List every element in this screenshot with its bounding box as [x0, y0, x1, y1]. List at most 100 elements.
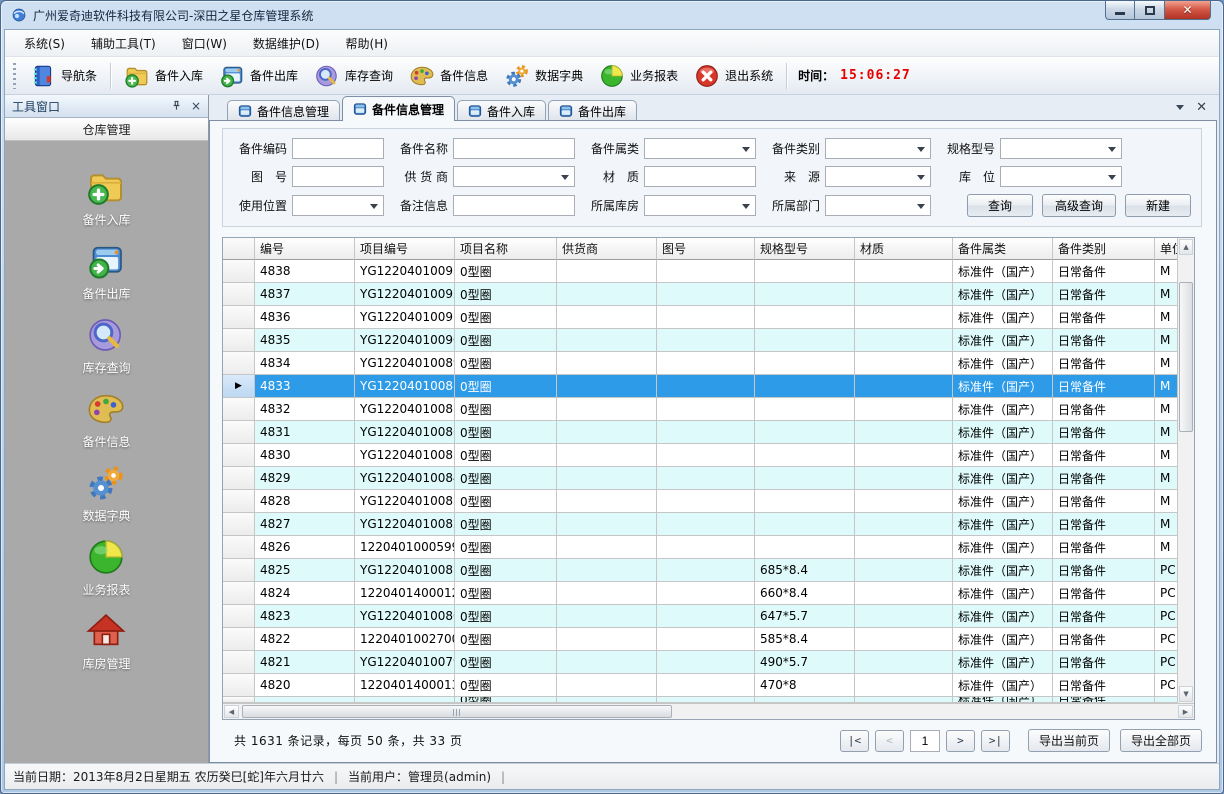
cell — [657, 467, 755, 490]
drawing-no-input[interactable] — [292, 166, 384, 187]
column-header-规格型号[interactable]: 规格型号 — [755, 238, 855, 260]
usage-position-combobox[interactable] — [292, 195, 384, 216]
sidebar-item-warehouse-manage[interactable]: 库房管理 — [82, 611, 130, 672]
department-combobox[interactable] — [825, 195, 931, 216]
pin-icon[interactable] — [170, 99, 183, 114]
sidebar-item-label: 业务报表 — [82, 581, 130, 598]
sidebar-item-data-dictionary[interactable]: 数据字典 — [82, 463, 130, 524]
menu-window[interactable]: 窗口(W) — [169, 30, 240, 57]
toolbar-exit-system-button[interactable]: 退出系统 — [686, 60, 781, 92]
maximize-button[interactable] — [1135, 1, 1165, 20]
table-row[interactable]: 482012204014000130型圈470*8标准件（国产）日常备件PC — [223, 674, 1177, 697]
vscroll-thumb[interactable] — [1179, 282, 1193, 432]
first-page-button[interactable]: |< — [840, 730, 869, 752]
sidebar-group-header[interactable]: 仓库管理 — [5, 118, 208, 141]
sidebar-item-inventory-query[interactable]: 库存查询 — [82, 315, 130, 376]
cell: M — [1155, 306, 1177, 329]
scroll-up-icon[interactable]: ▲ — [1179, 239, 1193, 255]
column-header-供货商[interactable]: 供货商 — [557, 238, 657, 260]
toolbar-grip[interactable] — [13, 63, 16, 89]
tab-parts-info-manage-1[interactable]: 备件信息管理 — [227, 100, 340, 121]
part-code-input[interactable] — [292, 138, 384, 159]
export-all-pages-button[interactable]: 导出全部页 — [1120, 729, 1202, 752]
material-input[interactable] — [644, 166, 756, 187]
prev-page-button[interactable]: < — [875, 730, 904, 752]
table-row[interactable]: 482212204010027000型圈585*8.4标准件（国产）日常备件PC — [223, 628, 1177, 651]
table-row[interactable]: 4829YG122040100840型圈标准件（国产）日常备件M — [223, 467, 1177, 490]
column-header-单位[interactable]: 单位 — [1155, 238, 1177, 260]
column-header-项目编号[interactable]: 项目编号 — [355, 238, 455, 260]
advanced-query-button[interactable]: 高级查询 — [1042, 194, 1116, 217]
sidebar-close-icon[interactable]: × — [191, 100, 201, 112]
table-row[interactable]: 4827YG122040100820型圈标准件（国产）日常备件M — [223, 513, 1177, 536]
sidebar-item-parts-info[interactable]: 备件信息 — [82, 389, 130, 450]
part-category-combobox[interactable] — [644, 138, 756, 159]
query-button[interactable]: 查询 — [967, 194, 1033, 217]
toolbar-business-report-button[interactable]: 业务报表 — [591, 60, 686, 92]
row-indicator — [223, 398, 255, 421]
next-page-button[interactable]: > — [946, 730, 975, 752]
table-row[interactable]: 482412204014000120型圈660*8.4标准件（国产）日常备件PC — [223, 582, 1177, 605]
cell — [855, 513, 953, 536]
table-row[interactable]: 4821YG122040100790型圈490*5.7标准件（国产）日常备件PC — [223, 651, 1177, 674]
table-row[interactable]: 482612204010005990型圈标准件（国产）日常备件M — [223, 536, 1177, 559]
table-row[interactable]: 4823YG122040100800型圈647*5.7标准件（国产）日常备件PC — [223, 605, 1177, 628]
toolbar-parts-inbound-button[interactable]: 备件入库 — [116, 60, 211, 92]
scroll-right-icon[interactable]: ▶ — [1178, 705, 1193, 718]
table-row[interactable]: 4837YG122040100920型圈标准件（国产）日常备件M — [223, 283, 1177, 306]
sidebar-item-parts-outbound[interactable]: 备件出库 — [82, 241, 130, 302]
column-header-项目名称[interactable]: 项目名称 — [455, 238, 557, 260]
tab-parts-outbound[interactable]: 备件出库 — [548, 100, 637, 121]
column-header-图号[interactable]: 图号 — [657, 238, 755, 260]
table-row[interactable]: 4825YG122040100810型圈685*8.4标准件（国产）日常备件PC — [223, 559, 1177, 582]
table-row[interactable]: 4838YG122040100930型圈标准件（国产）日常备件M — [223, 260, 1177, 283]
table-row[interactable]: 4835YG122040100900型圈标准件（国产）日常备件M — [223, 329, 1177, 352]
tab-parts-inbound[interactable]: 备件入库 — [457, 100, 546, 121]
sidebar-item-parts-inbound[interactable]: 备件入库 — [82, 167, 130, 228]
remark-input[interactable] — [453, 195, 575, 216]
source-combobox[interactable] — [825, 166, 931, 187]
column-header-材质[interactable]: 材质 — [855, 238, 953, 260]
sidebar-item-business-report[interactable]: 业务报表 — [82, 537, 130, 598]
new-button[interactable]: 新建 — [1125, 194, 1191, 217]
storage-location-combobox[interactable] — [1000, 166, 1122, 187]
menu-system[interactable]: 系统(S) — [11, 30, 78, 57]
last-page-button[interactable]: >| — [981, 730, 1010, 752]
table-row[interactable]: ▶4833YG122040100880型圈标准件（国产）日常备件M — [223, 375, 1177, 398]
warehouse-combobox[interactable] — [644, 195, 756, 216]
part-name-input[interactable] — [453, 138, 575, 159]
tab-close-icon[interactable]: ✕ — [1196, 101, 1207, 114]
hscroll-thumb[interactable] — [242, 705, 672, 718]
toolbar-parts-info-button[interactable]: 备件信息 — [401, 60, 496, 92]
menu-data-maintenance[interactable]: 数据维护(D) — [240, 30, 333, 57]
cell: 647*5.7 — [755, 605, 855, 628]
table-row[interactable]: 4836YG122040100910型圈标准件（国产）日常备件M — [223, 306, 1177, 329]
scroll-left-icon[interactable]: ◀ — [224, 705, 239, 718]
menu-aux-tools[interactable]: 辅助工具(T) — [78, 30, 169, 57]
table-row[interactable]: 4828YG122040100830型圈标准件（国产）日常备件M — [223, 490, 1177, 513]
toolbar-parts-outbound-button[interactable]: 备件出库 — [211, 60, 306, 92]
tab-parts-info-manage-2[interactable]: 备件信息管理 — [342, 96, 455, 121]
page-number-input[interactable] — [910, 730, 940, 752]
tab-list-chevron-down-icon[interactable] — [1176, 105, 1184, 114]
close-button[interactable]: ✕ — [1165, 1, 1211, 20]
part-type-combobox[interactable] — [825, 138, 931, 159]
toolbar-nav-bar-button[interactable]: 导航条 — [22, 60, 105, 92]
spec-model-combobox[interactable] — [1000, 138, 1122, 159]
scroll-down-icon[interactable]: ▼ — [1179, 686, 1193, 702]
toolbar-data-dictionary-button[interactable]: 数据字典 — [496, 60, 591, 92]
export-current-page-button[interactable]: 导出当前页 — [1028, 729, 1110, 752]
column-header-备件类别[interactable]: 备件类别 — [1053, 238, 1155, 260]
table-row[interactable]: 4834YG122040100890型圈标准件（国产）日常备件M — [223, 352, 1177, 375]
table-row[interactable]: 4832YG122040100870型圈标准件（国产）日常备件M — [223, 398, 1177, 421]
toolbar-inventory-query-button[interactable]: 库存查询 — [306, 60, 401, 92]
column-header-编号[interactable]: 编号 — [255, 238, 355, 260]
table-row[interactable]: 4830YG122040100850型圈标准件（国产）日常备件M — [223, 444, 1177, 467]
table-row[interactable]: 4831YG122040100860型圈标准件（国产）日常备件M — [223, 421, 1177, 444]
minimize-button[interactable] — [1105, 1, 1135, 20]
cell: 0型圈 — [455, 651, 557, 674]
menu-help[interactable]: 帮助(H) — [333, 30, 401, 57]
cell: YG12204010083 — [355, 490, 455, 513]
supplier-combobox[interactable] — [453, 166, 575, 187]
column-header-备件属类[interactable]: 备件属类 — [953, 238, 1053, 260]
